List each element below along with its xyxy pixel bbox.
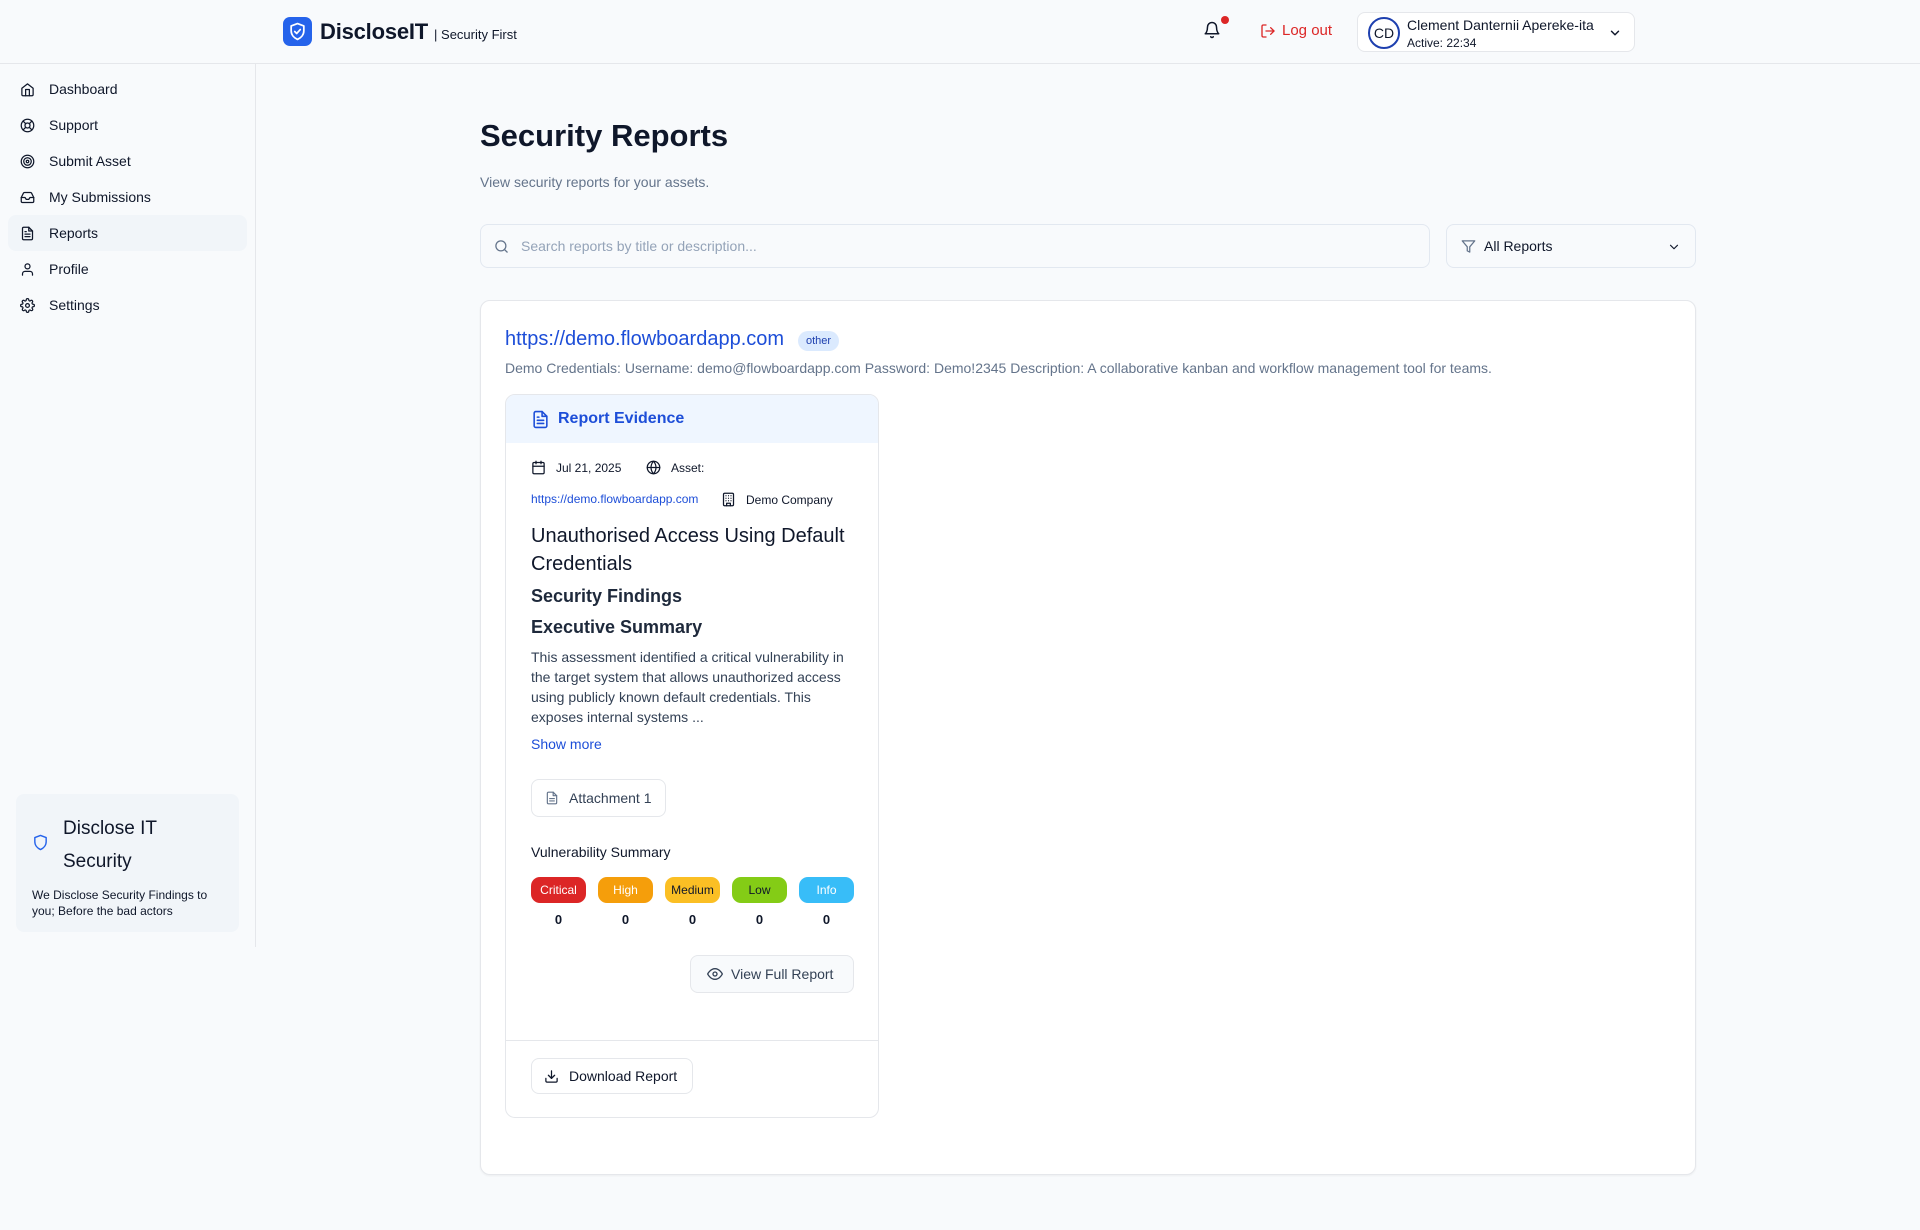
- sidebar-item-label: Support: [49, 117, 99, 133]
- logout-label: Log out: [1282, 22, 1333, 39]
- summary-text: This assessment identified a critical vu…: [531, 649, 844, 725]
- shield-icon: [32, 834, 49, 856]
- page-title: Security Reports: [480, 118, 729, 153]
- file-text-icon: [21, 226, 34, 240]
- user-icon: [21, 262, 34, 276]
- view-full-report-label: View Full Report: [731, 966, 834, 982]
- sidebar-item-profile[interactable]: Profile: [8, 251, 247, 287]
- sidebar-item-label: Dashboard: [49, 81, 118, 97]
- asset-label-text: Asset:: [671, 460, 705, 475]
- promo-title: Disclose IT Security: [63, 818, 157, 872]
- logout-button[interactable]: Log out: [1260, 22, 1332, 39]
- sidebar-item-label: Profile: [49, 261, 89, 277]
- brand-name: DiscloseIT: [320, 18, 429, 44]
- severity-low-badge: Low: [732, 877, 787, 903]
- promo-text: We Disclose Security Findings to you; Be…: [32, 888, 208, 918]
- sidebar-item-label: Submit Asset: [49, 153, 131, 169]
- file-text-icon: [533, 410, 548, 428]
- logout-icon: [1261, 23, 1275, 38]
- report-filter-select[interactable]: All Reports: [1446, 224, 1696, 268]
- inbox-icon: [20, 191, 35, 203]
- severity-info-count: 0: [822, 912, 831, 927]
- filter-value: All Reports: [1484, 238, 1553, 254]
- severity-critical-badge: Critical: [531, 877, 586, 903]
- severity-low-count: 0: [755, 912, 764, 927]
- target-icon: [20, 154, 35, 168]
- severity-medium-badge: Medium: [665, 877, 720, 903]
- asset-url-link[interactable]: https://demo.flowboardapp.com: [505, 328, 784, 351]
- severity-info-badge: Info: [799, 877, 854, 903]
- report-asset-row: https://demo.flowboardapp.com: [531, 492, 698, 506]
- sidebar-item-label: Settings: [49, 297, 100, 313]
- notification-dot: [1221, 16, 1229, 24]
- asset-type-badge: other: [798, 331, 840, 351]
- brand-tagline: | Security First: [434, 26, 517, 42]
- findings-heading: Security Findings: [531, 586, 683, 606]
- lifebuoy-icon: [20, 118, 35, 132]
- search-box: [480, 224, 1430, 268]
- report-date-value: Jul 21, 2025: [556, 460, 622, 475]
- globe-icon: [646, 460, 661, 475]
- home-icon: [21, 82, 34, 96]
- asset-card: https://demo.flowboardapp.com other Demo…: [480, 300, 1696, 1175]
- divider: [506, 1040, 878, 1041]
- report-asset-label: Asset:: [646, 460, 704, 475]
- download-icon: [545, 1069, 558, 1083]
- view-full-report-button[interactable]: View Full Report: [690, 955, 854, 993]
- gear-icon: [20, 297, 35, 313]
- severity-high-badge: High: [598, 877, 653, 903]
- severity-medium-count: 0: [688, 912, 697, 927]
- search-input[interactable]: [521, 225, 1411, 267]
- avatar: CD: [1368, 17, 1400, 49]
- user-name: Clement Danternii Apereke-ita: [1407, 17, 1594, 33]
- sidebar-item-reports[interactable]: Reports: [8, 215, 247, 251]
- report-title: Unauthorised Access Using Default Creden…: [531, 525, 845, 575]
- search-icon: [495, 240, 508, 253]
- sidebar-item-label: My Submissions: [49, 189, 151, 205]
- chevron-down-icon: [1669, 244, 1679, 250]
- attachment-button[interactable]: Attachment 1: [531, 779, 666, 817]
- user-active-time: Active: 22:34: [1407, 36, 1477, 50]
- vulnerability-summary-label: Vulnerability Summary: [531, 844, 671, 860]
- promo-card: Disclose IT Security We Disclose Securit…: [16, 794, 239, 932]
- brand[interactable]: DiscloseIT | Security First: [283, 17, 517, 46]
- sidebar-item-submit-asset[interactable]: Submit Asset: [8, 143, 247, 179]
- severity-high-count: 0: [621, 912, 630, 927]
- report-card-header: Report Evidence: [506, 395, 878, 443]
- report-card-title: Report Evidence: [558, 410, 685, 427]
- file-icon: [546, 791, 558, 805]
- company-name: Demo Company: [746, 492, 833, 507]
- shield-check-icon: [283, 17, 312, 46]
- chevron-down-icon: [1608, 26, 1622, 45]
- sidebar-item-support[interactable]: Support: [8, 107, 247, 143]
- severity-critical-count: 0: [554, 912, 563, 927]
- download-report-label: Download Report: [569, 1068, 678, 1084]
- asset-description: Demo Credentials: Username: demo@flowboa…: [505, 360, 1492, 376]
- bell-icon[interactable]: [1203, 21, 1225, 43]
- report-asset-link[interactable]: https://demo.flowboardapp.com: [531, 492, 698, 506]
- report-company: Demo Company: [721, 492, 833, 507]
- sidebar: Dashboard Support Submit Asset My Submis…: [0, 64, 256, 947]
- page-subtitle: View security reports for your assets.: [480, 174, 710, 190]
- attachment-label: Attachment 1: [569, 790, 652, 806]
- building-icon: [722, 492, 735, 507]
- calendar-icon: [532, 460, 545, 475]
- sidebar-item-settings[interactable]: Settings: [8, 287, 247, 323]
- show-more-link[interactable]: Show more: [531, 736, 602, 752]
- top-header: DiscloseIT | Security First Log out CD C…: [0, 0, 1920, 64]
- user-menu[interactable]: CD Clement Danternii Apereke-ita Active:…: [1357, 12, 1635, 52]
- eye-icon: [707, 968, 723, 980]
- filter-icon: [1461, 239, 1476, 253]
- report-date: Jul 21, 2025: [531, 460, 621, 475]
- report-card: Report Evidence Jul 21, 2025 Asset: http…: [505, 394, 879, 1118]
- download-report-button[interactable]: Download Report: [531, 1058, 693, 1094]
- sidebar-item-my-submissions[interactable]: My Submissions: [8, 179, 247, 215]
- sidebar-item-dashboard[interactable]: Dashboard: [8, 71, 247, 107]
- summary-heading: Executive Summary: [531, 617, 703, 637]
- sidebar-item-label: Reports: [49, 225, 99, 241]
